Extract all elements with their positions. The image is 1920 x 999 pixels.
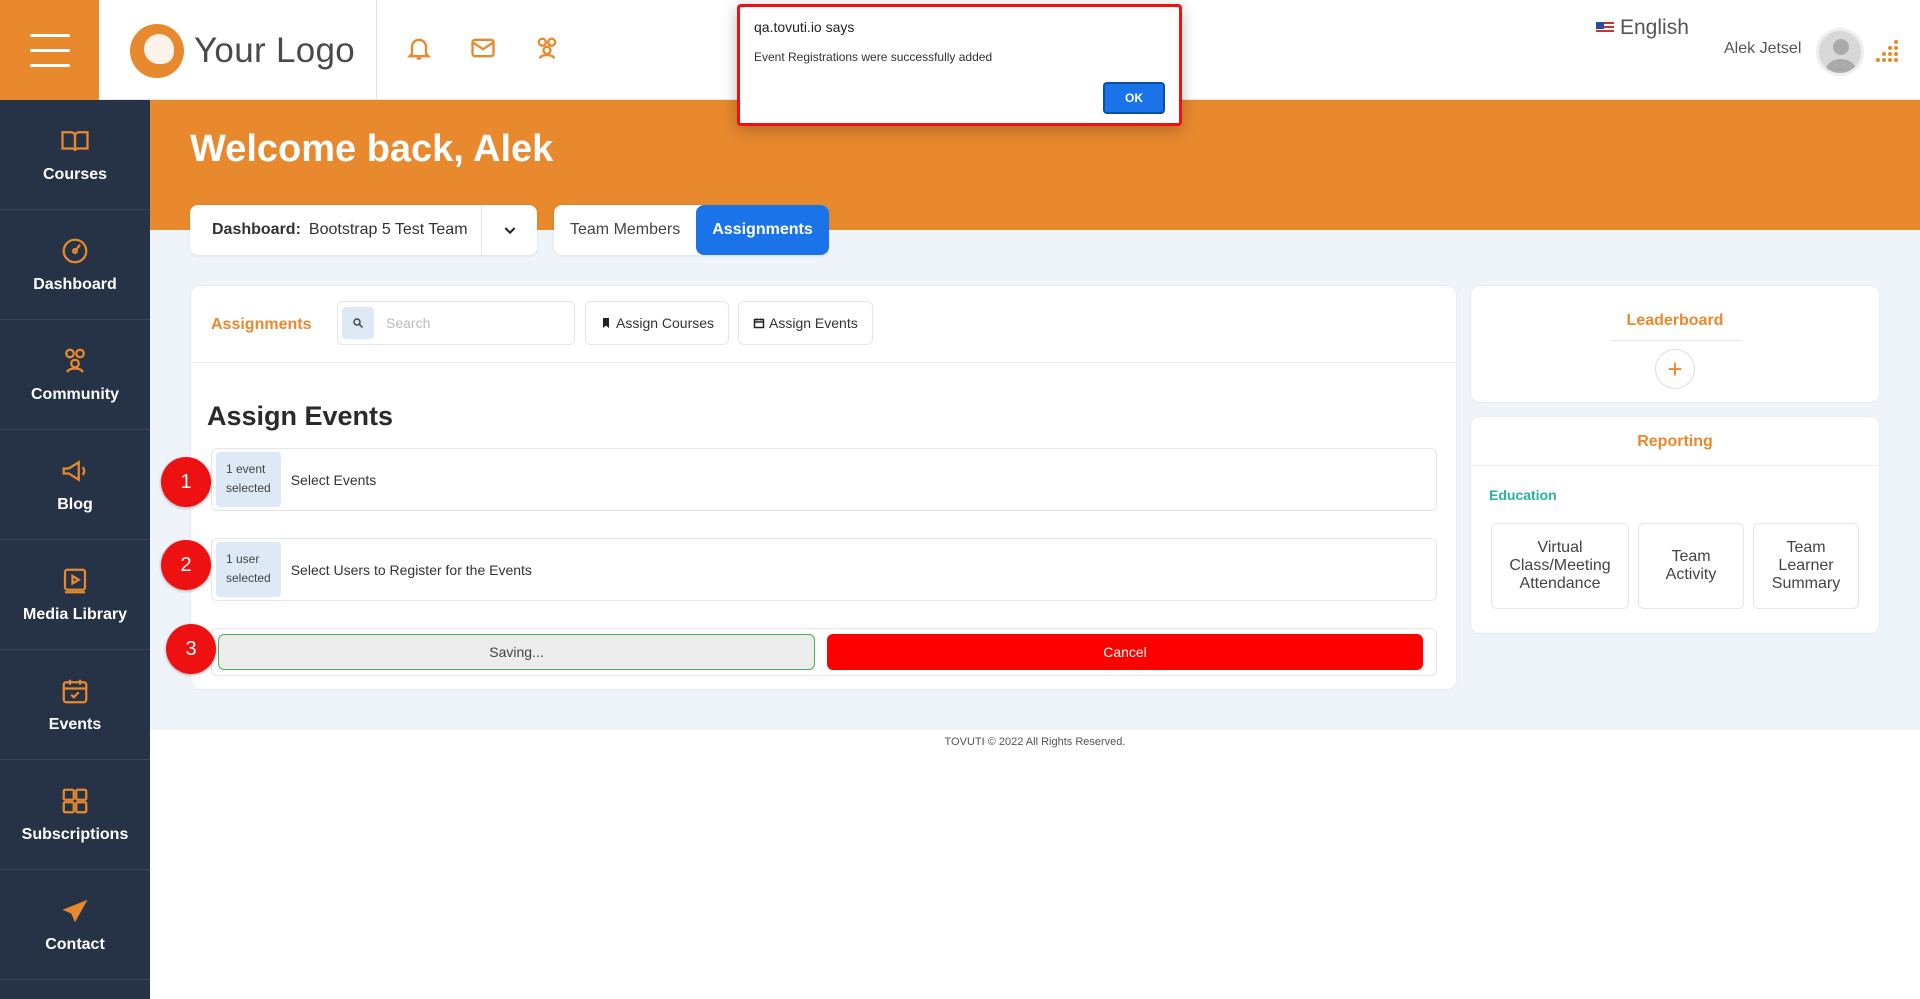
- dialog-message: Event Registrations were successfully ad…: [754, 50, 993, 64]
- users-selected-badge: 1 user selected: [216, 542, 281, 597]
- divider: [1610, 340, 1740, 341]
- section-title: Assign Events: [207, 401, 394, 431]
- page-title: Welcome back, Alek: [190, 128, 554, 170]
- gauge-icon: [62, 238, 88, 263]
- education-label: Education: [1489, 487, 1557, 503]
- badge-line: selected: [226, 481, 271, 495]
- step-marker-2: 2: [161, 540, 211, 590]
- assignments-card: Assignments Search Assign Courses Assign…: [190, 285, 1457, 690]
- badge-line: selected: [226, 571, 271, 585]
- menu-toggle-button[interactable]: [0, 0, 99, 100]
- leaderboard-title: Leaderboard: [1626, 312, 1724, 329]
- cancel-button[interactable]: Cancel: [827, 634, 1423, 670]
- sidebar-item-subscriptions[interactable]: Subscriptions: [0, 760, 150, 870]
- elephant-logo-icon: [130, 24, 184, 78]
- sidebar-item-contact[interactable]: Contact: [0, 870, 150, 980]
- us-flag-icon: [1596, 22, 1614, 34]
- footer: TOVUTI © 2022 All Rights Reserved.: [944, 736, 1126, 748]
- sidebar-item-courses[interactable]: Courses: [0, 100, 150, 210]
- dialog-title: qa.tovuti.io says: [754, 19, 855, 35]
- community-icon[interactable]: [533, 34, 561, 62]
- reporting-title: Reporting: [1637, 433, 1713, 450]
- sidebar-item-label: Dashboard: [33, 275, 117, 293]
- tab-assignments[interactable]: Assignments: [696, 205, 829, 255]
- language-label: English: [1620, 16, 1689, 39]
- assignments-card-header: Assignments Search Assign Courses Assign…: [191, 286, 1456, 363]
- select-users-label: Select Users to Register for the Events: [290, 561, 532, 578]
- assign-events-label: Assign Events: [769, 315, 858, 331]
- bell-icon[interactable]: [405, 34, 433, 62]
- add-leaderboard-button[interactable]: +: [1655, 349, 1695, 389]
- sidebar-item-label: Events: [48, 715, 102, 733]
- sidebar: Courses Dashboard Community Blog Media L…: [0, 100, 150, 999]
- calendar-icon: [62, 679, 88, 703]
- logo-text: Your Logo: [194, 31, 356, 70]
- search-field[interactable]: Search: [337, 301, 575, 345]
- dashboard-select-value: Bootstrap 5 Test Team: [308, 221, 468, 238]
- select-events-row[interactable]: 1 event selected Select Events: [211, 448, 1437, 511]
- dashboard-select-label: Dashboard:: [212, 221, 301, 238]
- badge-line: 1 user: [226, 552, 260, 566]
- search-input[interactable]: Search: [386, 315, 430, 331]
- avatar[interactable]: [1816, 28, 1864, 76]
- user-name[interactable]: Alek Jetsel: [1724, 40, 1801, 58]
- tab-team-members[interactable]: Team Members: [554, 205, 696, 255]
- action-bar: Saving... Cancel: [211, 628, 1437, 676]
- sidebar-item-dashboard[interactable]: Dashboard: [0, 210, 150, 320]
- assign-events-button[interactable]: Assign Events: [738, 301, 873, 345]
- assignments-heading: Assignments: [211, 316, 312, 333]
- reporting-card: Reporting Education Virtual Class/Meetin…: [1470, 416, 1880, 634]
- dashboard-select[interactable]: Dashboard: Bootstrap 5 Test Team: [190, 205, 537, 255]
- alert-dialog: qa.tovuti.io says Event Registrations we…: [737, 4, 1182, 126]
- leaderboard-card: Leaderboard +: [1470, 285, 1880, 403]
- hamburger-icon: [29, 28, 70, 73]
- sidebar-item-label: Contact: [45, 935, 105, 953]
- grid-icon: [62, 788, 88, 813]
- sidebar-item-blog[interactable]: Blog: [0, 430, 150, 540]
- sidebar-item-label: Subscriptions: [21, 825, 129, 843]
- header-icons: [405, 34, 561, 62]
- ok-button[interactable]: OK: [1103, 82, 1165, 114]
- badge-line: 1 event: [226, 462, 266, 476]
- assign-courses-label: Assign Courses: [616, 315, 715, 331]
- video-icon: [63, 568, 87, 593]
- assign-courses-button[interactable]: Assign Courses: [585, 301, 730, 345]
- language-selector[interactable]: English: [1596, 16, 1689, 40]
- step-marker-3: 3: [166, 624, 216, 674]
- step-marker-1: 1: [161, 457, 211, 507]
- calendar-icon: [753, 318, 765, 329]
- select-events-label: Select Events: [290, 471, 377, 488]
- sidebar-item-events[interactable]: Events: [0, 650, 150, 760]
- select-users-row[interactable]: 1 user selected Select Users to Register…: [211, 538, 1437, 601]
- sidebar-item-media-library[interactable]: Media Library: [0, 540, 150, 650]
- header-divider: [376, 0, 377, 100]
- divider: [1471, 465, 1879, 466]
- tabs: Team Members Assignments: [554, 205, 829, 255]
- sidebar-item-label: Media Library: [22, 605, 128, 623]
- sidebar-item-label: Courses: [42, 165, 108, 183]
- paper-plane-icon: [62, 899, 88, 922]
- report-team-learner-summary-button[interactable]: Team Learner Summary: [1753, 523, 1859, 609]
- search-icon: [342, 307, 374, 339]
- bookmark-icon: [603, 318, 609, 328]
- megaphone-icon: [62, 459, 86, 482]
- book-icon: [61, 130, 89, 151]
- chevron-down-icon[interactable]: [481, 205, 537, 255]
- report-virtual-class-button[interactable]: Virtual Class/Meeting Attendance: [1491, 523, 1629, 609]
- sidebar-item-label: Blog: [57, 495, 93, 513]
- sidebar-item-community[interactable]: Community: [0, 320, 150, 430]
- sidebar-item-label: Community: [31, 385, 119, 403]
- logo[interactable]: Your Logo: [130, 24, 355, 78]
- people-icon: [65, 348, 85, 372]
- mail-icon[interactable]: [469, 34, 497, 62]
- apps-grid-icon[interactable]: [1876, 38, 1902, 64]
- saving-button[interactable]: Saving...: [218, 634, 815, 670]
- report-team-activity-button[interactable]: Team Activity: [1638, 523, 1744, 609]
- events-selected-badge: 1 event selected: [216, 452, 281, 507]
